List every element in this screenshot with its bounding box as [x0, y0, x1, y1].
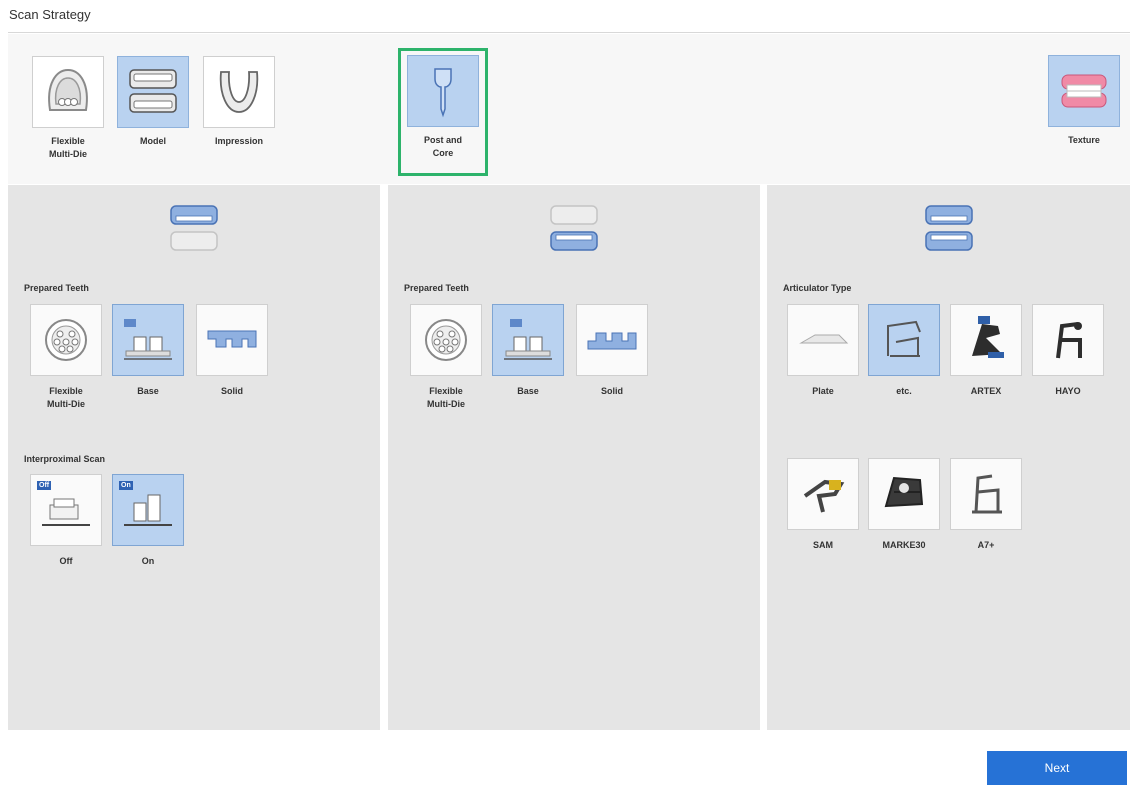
a7plus-icon — [950, 458, 1022, 530]
articulator-a7plus[interactable]: A7+ — [950, 458, 1022, 552]
option-flexible-multi-die[interactable]: Flexible Multi-Die — [30, 304, 102, 411]
articulator-plate[interactable]: Plate — [787, 304, 859, 398]
option-label: MARKE30 — [882, 540, 926, 550]
off-badge: Off — [37, 481, 52, 490]
tile-post-and-core[interactable]: Post and Core — [407, 55, 479, 160]
next-button[interactable]: Next — [987, 751, 1127, 785]
impression-icon — [203, 56, 275, 128]
articulator-hayo[interactable]: HAYO — [1032, 304, 1104, 398]
marke30-icon — [868, 458, 940, 530]
option-flexible-multi-die[interactable]: Flexible Multi-Die — [410, 304, 482, 411]
option-label: Base — [517, 386, 539, 396]
prepared-teeth-label: Prepared Teeth — [404, 283, 469, 293]
tile-model[interactable]: Model — [117, 56, 189, 148]
option-label: SAM — [813, 540, 833, 550]
sam-icon — [787, 458, 859, 530]
option-label-line1: Flexible — [49, 386, 83, 396]
option-base[interactable]: Base — [112, 304, 184, 398]
articulator-marke30[interactable]: MARKE30 — [868, 458, 940, 552]
tile-label: Model — [140, 136, 166, 146]
base-icon — [492, 304, 564, 376]
interproximal-on[interactable]: On On — [112, 474, 184, 568]
option-label: ARTEX — [970, 386, 1002, 396]
articulator-artex[interactable]: ARTEX — [950, 304, 1022, 398]
option-label-line1: Flexible — [429, 386, 463, 396]
tile-impression[interactable]: Impression — [203, 56, 275, 148]
option-label: Base — [137, 386, 159, 396]
option-label: Solid — [221, 386, 243, 396]
interproximal-off-icon: Off — [30, 474, 102, 546]
option-label: On — [141, 556, 155, 566]
option-label-line2: Multi-Die — [427, 399, 465, 409]
tile-texture[interactable]: Texture — [1048, 55, 1120, 147]
tile-label: Texture — [1068, 135, 1100, 145]
panel-both-jaws: Articulator Type Plate etc. ARTEX HAYO S… — [767, 185, 1130, 730]
flexible-multi-die-icon — [32, 56, 104, 128]
plate-icon — [787, 304, 859, 376]
option-label: Plate — [812, 386, 834, 396]
panel-upper-jaw: Prepared Teeth Flexible Multi-Die Base S… — [8, 185, 380, 730]
artex-icon — [950, 304, 1022, 376]
on-badge: On — [119, 481, 133, 490]
option-label: A7+ — [977, 540, 995, 550]
base-icon — [112, 304, 184, 376]
articulator-sam[interactable]: SAM — [787, 458, 859, 552]
post-and-core-icon — [407, 55, 479, 127]
interproximal-scan-label: Interproximal Scan — [24, 454, 106, 464]
flexible-multi-die-icon — [30, 304, 102, 376]
option-label-line2: Multi-Die — [47, 399, 85, 409]
tile-label-line2: Multi-Die — [49, 149, 87, 159]
both-jaws-icon — [918, 202, 980, 259]
option-label: HAYO — [1055, 386, 1081, 396]
upper-jaw-icon — [163, 202, 225, 259]
option-label: Off — [59, 556, 73, 566]
lower-jaw-icon — [543, 202, 605, 259]
prepared-teeth-label: Prepared Teeth — [24, 283, 89, 293]
model-icon — [117, 56, 189, 128]
tile-label-line1: Flexible — [51, 136, 85, 146]
solid-icon — [196, 304, 268, 376]
hayo-icon — [1032, 304, 1104, 376]
articulator-etc[interactable]: etc. — [868, 304, 940, 398]
option-label: Solid — [601, 386, 623, 396]
tile-label: Impression — [214, 136, 263, 146]
tile-label-line1: Post and — [423, 135, 462, 145]
option-solid[interactable]: Solid — [196, 304, 268, 398]
interproximal-on-icon: On — [112, 474, 184, 546]
option-base[interactable]: Base — [492, 304, 564, 398]
tile-flexible-multi-die[interactable]: Flexible Multi-Die — [32, 56, 104, 161]
texture-icon — [1048, 55, 1120, 127]
solid-icon — [576, 304, 648, 376]
generic-articulator-icon — [868, 304, 940, 376]
interproximal-off[interactable]: Off Off — [30, 474, 102, 568]
option-label: etc. — [896, 386, 912, 396]
title-divider — [8, 32, 1130, 33]
flexible-multi-die-icon — [410, 304, 482, 376]
option-solid[interactable]: Solid — [576, 304, 648, 398]
tile-label-line2: Core — [432, 148, 454, 158]
window-title: Scan Strategy — [9, 7, 91, 22]
panel-lower-jaw: Prepared Teeth Flexible Multi-Die Base S… — [388, 185, 760, 730]
articulator-type-label: Articulator Type — [783, 283, 852, 293]
